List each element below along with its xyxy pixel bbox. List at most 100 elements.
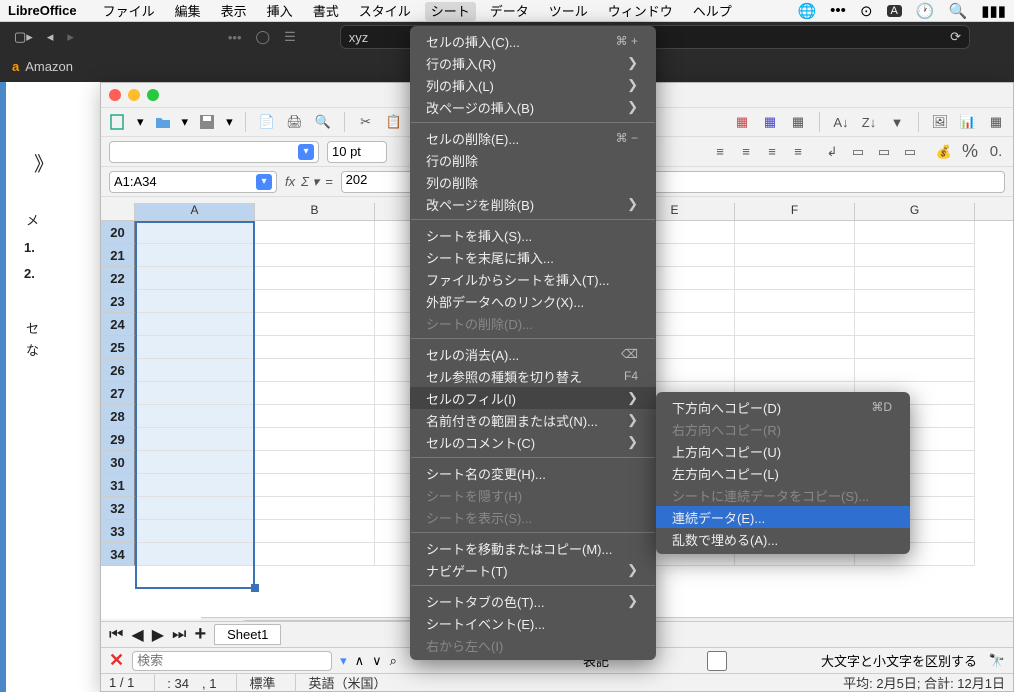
menu-item[interactable]: シートイベント(E)...: [410, 612, 656, 634]
menu-item[interactable]: 乱数で埋める(A)...: [656, 528, 910, 550]
cell[interactable]: [855, 290, 975, 313]
reader-icon[interactable]: ☰: [284, 29, 296, 45]
cell[interactable]: [135, 405, 255, 428]
menu-item[interactable]: 行の削除: [410, 149, 656, 171]
menu-item[interactable]: ファイルからシートを挿入(T)...: [410, 268, 656, 290]
cell[interactable]: [255, 359, 375, 382]
prev-sheet-icon[interactable]: ◀: [131, 625, 143, 645]
close-icon[interactable]: [109, 89, 121, 101]
font-name-combo[interactable]: ▾: [109, 141, 319, 163]
row-header[interactable]: 26: [101, 359, 135, 382]
cell[interactable]: [255, 313, 375, 336]
font-size-combo[interactable]: 10 pt: [327, 141, 387, 163]
row-header[interactable]: 33: [101, 520, 135, 543]
row-header[interactable]: 21: [101, 244, 135, 267]
cell[interactable]: [135, 474, 255, 497]
filter-icon[interactable]: ▼: [888, 113, 906, 131]
row-header[interactable]: 27: [101, 382, 135, 405]
menu-表示[interactable]: 表示: [221, 4, 247, 19]
cell[interactable]: [735, 290, 855, 313]
menu-item[interactable]: セルのフィル(I)❯: [410, 387, 656, 409]
menu-データ[interactable]: データ: [490, 4, 529, 19]
cell[interactable]: [735, 221, 855, 244]
menu-ファイル[interactable]: ファイル: [103, 4, 155, 19]
menu-item[interactable]: ナビゲート(T)❯: [410, 559, 656, 581]
image-icon[interactable]: 🖼: [931, 113, 949, 131]
menu-item[interactable]: 左方向へコピー(L): [656, 462, 910, 484]
unmerge-icon[interactable]: ▭: [875, 143, 893, 161]
cell[interactable]: [135, 520, 255, 543]
row-header[interactable]: 31: [101, 474, 135, 497]
cell[interactable]: [735, 313, 855, 336]
name-box[interactable]: A1:A34▾: [109, 171, 277, 193]
menu-item[interactable]: シートを移動またはコピー(M)...: [410, 537, 656, 559]
save-icon[interactable]: [198, 113, 216, 131]
menu-item[interactable]: セル参照の種類を切り替えF4: [410, 365, 656, 387]
menu-item[interactable]: セルの挿入(C)...⌘ +: [410, 30, 656, 52]
menu-item[interactable]: 連続データ(E)...: [656, 506, 910, 528]
copy-icon[interactable]: 📋: [385, 113, 403, 131]
currency-icon[interactable]: 💰: [935, 143, 953, 161]
menu-item[interactable]: 列の挿入(L)❯: [410, 74, 656, 96]
nav-back-icon[interactable]: ◂: [47, 29, 54, 45]
chart-icon[interactable]: 📊: [959, 113, 977, 131]
number-icon[interactable]: 0.: [987, 143, 1005, 161]
menu-挿入[interactable]: 挿入: [267, 4, 293, 19]
row-header[interactable]: 34: [101, 543, 135, 566]
shield-icon[interactable]: ◯: [256, 29, 271, 45]
menu-シート[interactable]: シート: [425, 2, 476, 21]
del-row-icon[interactable]: ▦: [789, 113, 807, 131]
clock-icon[interactable]: 🕐: [916, 2, 935, 20]
merge-icon[interactable]: ▭: [849, 143, 867, 161]
add-sheet-icon[interactable]: +: [194, 623, 206, 646]
cell[interactable]: [135, 382, 255, 405]
cell[interactable]: [255, 451, 375, 474]
menu-ツール[interactable]: ツール: [549, 4, 588, 19]
menu-item[interactable]: 外部データへのリンク(X)...: [410, 290, 656, 312]
cell[interactable]: [135, 359, 255, 382]
play-icon[interactable]: ⊙: [860, 2, 873, 20]
menu-item[interactable]: 下方向へコピー(D)⌘D: [656, 396, 910, 418]
menu-item[interactable]: セルの消去(A)...⌫: [410, 343, 656, 365]
menu-item[interactable]: 行の挿入(R)❯: [410, 52, 656, 74]
menu-スタイル[interactable]: スタイル: [359, 4, 411, 19]
spotlight-icon[interactable]: 🔍: [949, 2, 968, 20]
first-sheet-icon[interactable]: ⏮: [109, 626, 123, 644]
split-icon[interactable]: ▭: [901, 143, 919, 161]
new-doc-icon[interactable]: [109, 113, 127, 131]
row-header[interactable]: 24: [101, 313, 135, 336]
menu-item[interactable]: 改ページを削除(B)❯: [410, 193, 656, 215]
cell[interactable]: [255, 221, 375, 244]
menu-item[interactable]: シートタブの色(T)...❯: [410, 590, 656, 612]
menu-item[interactable]: 列の削除: [410, 171, 656, 193]
cell[interactable]: [735, 359, 855, 382]
menu-書式[interactable]: 書式: [313, 4, 339, 19]
select-all-corner[interactable]: [101, 203, 135, 220]
align-left-icon[interactable]: ≡: [711, 143, 729, 161]
fill-submenu[interactable]: 下方向へコピー(D)⌘D右方向へコピー(R)上方向へコピー(U)左方向へコピー(…: [656, 392, 910, 554]
row-header[interactable]: 23: [101, 290, 135, 313]
sheet-tab[interactable]: Sheet1: [214, 624, 281, 645]
next-sheet-icon[interactable]: ▶: [152, 625, 164, 645]
cell[interactable]: [855, 267, 975, 290]
col-header[interactable]: A: [135, 203, 255, 220]
sort-desc-icon[interactable]: Z↓: [860, 113, 878, 131]
cell[interactable]: [855, 244, 975, 267]
col-header[interactable]: B: [255, 203, 375, 220]
menu-item[interactable]: 名前付きの範囲または式(N)...❯: [410, 409, 656, 431]
cell[interactable]: [135, 451, 255, 474]
cell[interactable]: [855, 359, 975, 382]
input-mode-icon[interactable]: A: [887, 5, 902, 17]
sheet-menu[interactable]: セルの挿入(C)...⌘ +行の挿入(R)❯列の挿入(L)❯改ページの挿入(B)…: [410, 26, 656, 660]
battery-icon[interactable]: ▮▮▮: [981, 2, 1006, 20]
row-header[interactable]: 20: [101, 221, 135, 244]
menu-item[interactable]: シートを挿入(S)...: [410, 224, 656, 246]
cell[interactable]: [255, 336, 375, 359]
row-header[interactable]: 32: [101, 497, 135, 520]
nav-fwd-icon[interactable]: ▸: [67, 29, 74, 45]
cell[interactable]: [855, 336, 975, 359]
menu-ウィンドウ[interactable]: ウィンドウ: [608, 4, 673, 19]
menu-編集[interactable]: 編集: [175, 4, 201, 19]
cell[interactable]: [255, 474, 375, 497]
cell[interactable]: [255, 405, 375, 428]
